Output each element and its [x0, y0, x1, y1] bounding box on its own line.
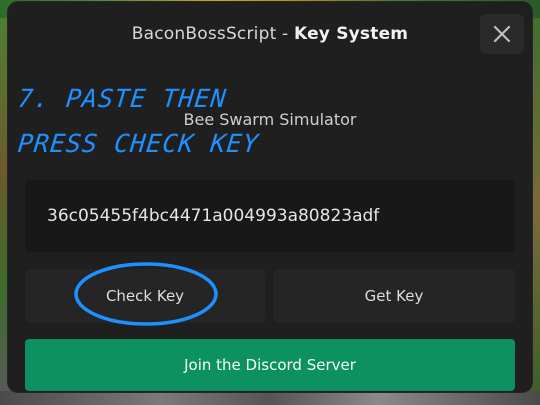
check-key-button[interactable]: Check Key — [25, 269, 265, 323]
dialog-title: BaconBossScript - Key System — [8, 24, 532, 44]
key-input-box[interactable] — [25, 180, 515, 252]
close-button[interactable] — [480, 14, 524, 54]
game-background-bottom — [0, 391, 540, 405]
key-system-dialog: BaconBossScript - Key System Bee Swarm S… — [8, 2, 532, 392]
dialog-title-bold: Key System — [294, 24, 409, 44]
dialog-title-prefix: BaconBossScript - — [131, 24, 294, 44]
close-icon — [493, 25, 511, 43]
annotation-line-1: 7. PASTE THEN — [16, 84, 229, 113]
join-discord-button[interactable]: Join the Discord Server — [25, 339, 515, 391]
get-key-button[interactable]: Get Key — [273, 269, 515, 323]
key-input[interactable] — [25, 180, 515, 252]
annotation-line-2: PRESS CHECK KEY — [16, 129, 261, 158]
